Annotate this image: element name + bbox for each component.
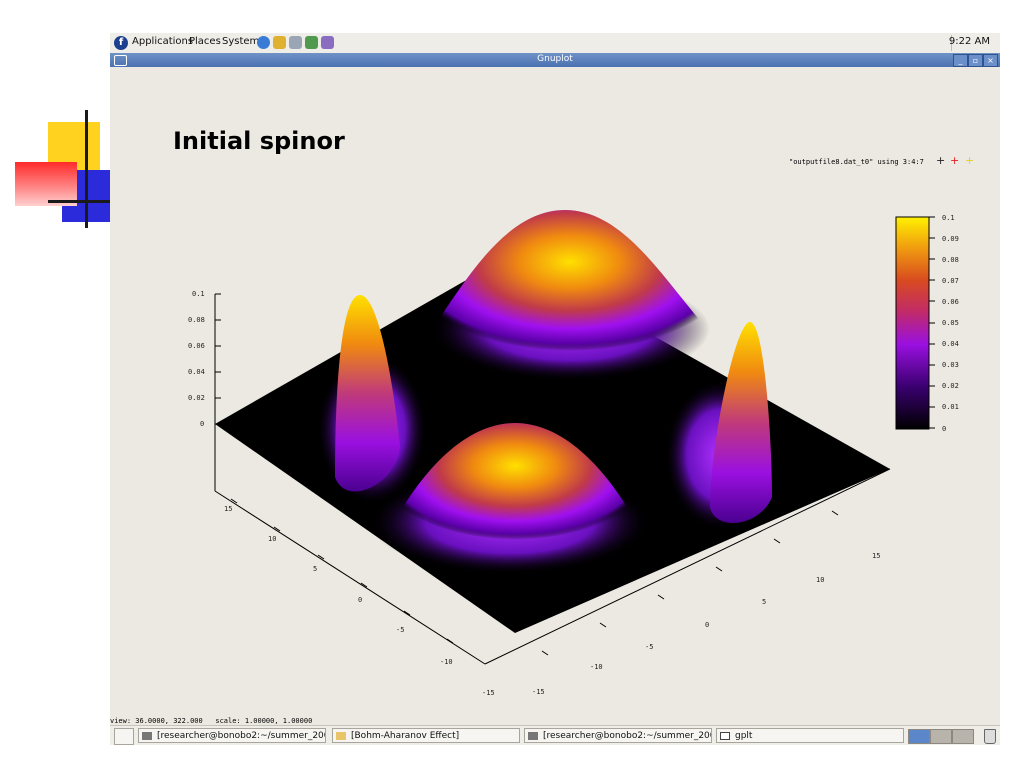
taskbar-button-terminal-1[interactable]: [researcher@bonobo2:~/summer_2007...: [138, 728, 326, 743]
colorbar-tick-label: 0.08: [942, 256, 959, 264]
colorbar-tick-label: 0.07: [942, 277, 959, 285]
right-peak: [710, 322, 772, 524]
terminal-icon: [142, 732, 152, 740]
y-tick-label: 10: [268, 535, 276, 543]
y-tick-label: -10: [440, 658, 453, 666]
x-tick-label: -10: [590, 663, 603, 671]
z-tick-label: 0.08: [188, 316, 205, 324]
minimize-button[interactable]: _: [953, 54, 968, 67]
colorbar-tick-labels: 0.1 0.09 0.08 0.07 0.06 0.05 0.04 0.03 0…: [942, 214, 959, 433]
z-tick-label: 0.02: [188, 394, 205, 402]
z-ticks: [215, 293, 221, 425]
taskbar-button-label: gplt: [735, 731, 753, 741]
logo-horizontal-line: [48, 200, 110, 203]
taskbar-button-folder[interactable]: [Bohm-Aharanov Effect]: [332, 728, 520, 743]
colorbar-tick-label: 0: [942, 425, 946, 433]
x-tick-label: -15: [532, 688, 545, 696]
close-button[interactable]: ×: [983, 54, 998, 67]
taskbar-button-label: [Bohm-Aharanov Effect]: [351, 731, 460, 741]
clock[interactable]: 9:22 AM: [949, 36, 990, 47]
y-tick-label: 0: [358, 596, 362, 604]
bottom-taskbar: [researcher@bonobo2:~/summer_2007... [Bo…: [110, 725, 1000, 745]
key-symbol: +: [936, 154, 946, 167]
plot-title: Initial spinor: [173, 127, 345, 155]
colorbar-tick-label: 0.04: [942, 340, 959, 348]
show-desktop-button[interactable]: [114, 728, 134, 745]
y-tick-label: 5: [313, 565, 317, 573]
taskbar-button-label: [researcher@bonobo2:~/summer_2007...: [157, 731, 326, 741]
x-tick-label: 5: [762, 598, 766, 606]
colorbar-tick-label: 0.03: [942, 361, 959, 369]
terminal-icon: [528, 732, 538, 740]
spreadsheet-launcher-icon[interactable]: [305, 36, 318, 49]
logo-vertical-line: [85, 110, 88, 228]
workspace-2[interactable]: [930, 729, 952, 744]
colorbar-tick-label: 0.02: [942, 382, 959, 390]
key-symbol: +: [965, 154, 975, 167]
colorbar-tick-label: 0.06: [942, 298, 959, 306]
y-tick-label: 15: [224, 505, 232, 513]
back-peak: [430, 210, 710, 359]
x-tick-label: 10: [816, 576, 824, 584]
taskbar-button-terminal-2[interactable]: [researcher@bonobo2:~/summer_2007...: [524, 728, 712, 743]
z-tick-label: 0.06: [188, 342, 205, 350]
plot-key-label: "outputfile8.dat_t0" using 3:4:7: [789, 158, 924, 166]
view-status-line: view: 36.0000, 322.000 scale: 1.00000, 1…: [110, 717, 313, 725]
y-tick-label: -15: [482, 689, 495, 697]
colorbar-tick-label: 0.1: [942, 214, 955, 222]
menu-system[interactable]: System: [222, 36, 259, 47]
key-symbol: +: [950, 154, 960, 167]
workspace-1[interactable]: [908, 729, 930, 744]
x-tick-label: 15: [872, 552, 880, 560]
gnuplot-canvas[interactable]: 0.1 0.08 0.06 0.04 0.02 0 15 10 5 0 -5 -…: [110, 67, 1000, 710]
top-panel: f Applications Places System 9:22 AM: [110, 33, 1000, 54]
taskbar-button-gplt[interactable]: gplt: [716, 728, 904, 743]
colorbar-tick-label: 0.01: [942, 403, 959, 411]
trash-icon[interactable]: [984, 729, 996, 744]
y-tick-label: -5: [396, 626, 404, 634]
colorbar-ticks: [929, 216, 935, 429]
workspace-3[interactable]: [952, 729, 974, 744]
email-launcher-icon[interactable]: [273, 36, 286, 49]
taskbar-button-label: [researcher@bonobo2:~/summer_2007...: [543, 731, 712, 741]
colorbar: [895, 216, 930, 430]
folder-icon: [336, 732, 346, 740]
z-tick-label: 0: [200, 420, 204, 428]
menu-places[interactable]: Places: [189, 36, 221, 47]
presentation-launcher-icon[interactable]: [321, 36, 334, 49]
x-tick-label: 0: [705, 621, 709, 629]
window-icon: [720, 732, 730, 740]
colorbar-tick-label: 0.09: [942, 235, 959, 243]
fedora-logo-icon[interactable]: f: [114, 36, 128, 50]
z-tick-labels: 0.1 0.08 0.06 0.04 0.02 0: [188, 290, 205, 428]
maximize-button[interactable]: ▫: [968, 54, 983, 67]
window-title-bar[interactable]: Gnuplot _ ▫ ×: [110, 53, 1000, 67]
menu-applications[interactable]: Applications: [132, 36, 193, 47]
slide: f Applications Places System 9:22 AM Gnu…: [0, 0, 1024, 768]
z-tick-label: 0.04: [188, 368, 205, 376]
window-title: Gnuplot: [537, 54, 573, 64]
z-tick-label: 0.1: [192, 290, 205, 298]
x-tick-label: -5: [645, 643, 653, 651]
document-launcher-icon[interactable]: [289, 36, 302, 49]
colorbar-tick-label: 0.05: [942, 319, 959, 327]
web-browser-launcher-icon[interactable]: [257, 36, 270, 49]
